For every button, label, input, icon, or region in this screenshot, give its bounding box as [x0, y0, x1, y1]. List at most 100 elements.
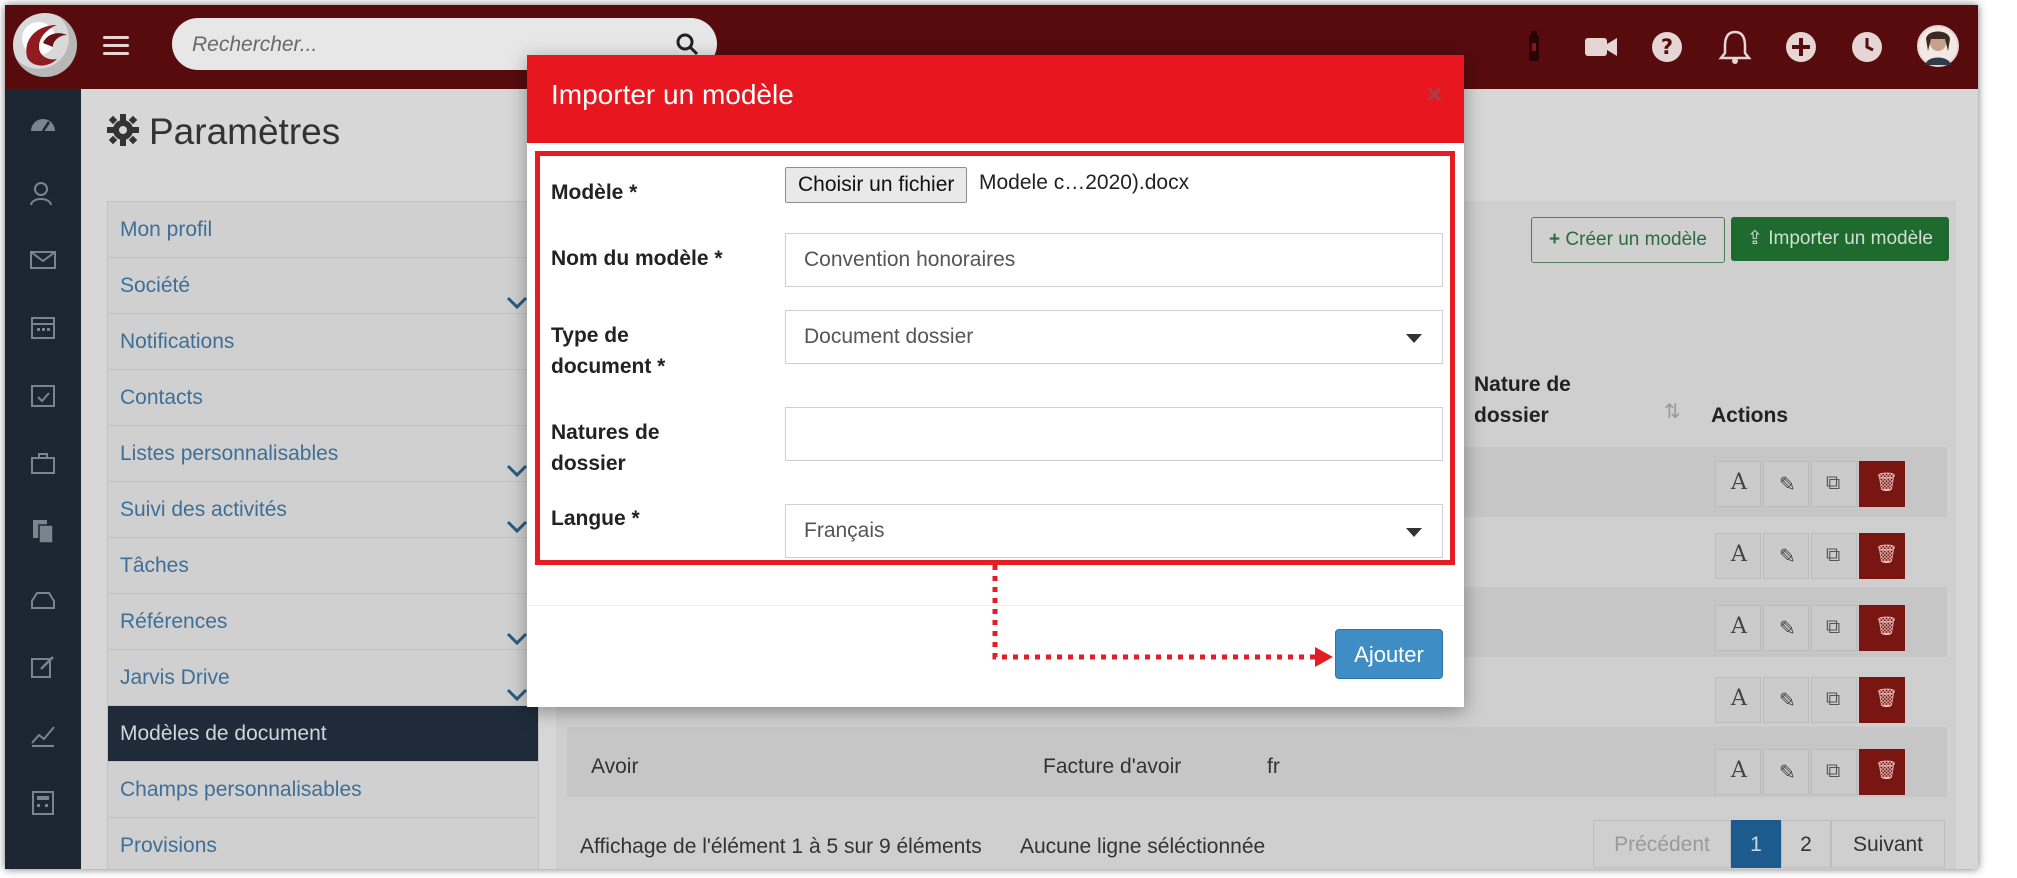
- menu-item-label: Suivi des activités: [120, 498, 287, 521]
- add-button[interactable]: Ajouter: [1335, 629, 1443, 679]
- mail-icon[interactable]: [29, 246, 57, 274]
- svg-text:?: ?: [1661, 35, 1673, 59]
- dashboard-icon[interactable]: [29, 111, 57, 139]
- delete-button[interactable]: 🗑: [1859, 749, 1905, 795]
- pager-page-2[interactable]: 2: [1781, 820, 1831, 868]
- copy-icon: ⧉: [1826, 544, 1841, 566]
- menu-item-notifications[interactable]: Notifications: [108, 314, 538, 370]
- menu-item-mon-profil[interactable]: Mon profil: [108, 202, 538, 258]
- duplicate-button[interactable]: ⧉: [1811, 461, 1857, 507]
- row-type: Facture d'avoir: [1043, 755, 1182, 778]
- menu-item-label: Modèles de document: [120, 722, 327, 745]
- avatar[interactable]: [1917, 25, 1959, 67]
- inbox-icon[interactable]: [29, 585, 57, 613]
- edit-icon[interactable]: [29, 653, 57, 681]
- edit-button[interactable]: ✎: [1763, 605, 1809, 651]
- import-template-modal: Importer un modèle × Modèle * Choisir un…: [527, 55, 1464, 707]
- delete-button[interactable]: 🗑: [1859, 533, 1905, 579]
- create-template-button[interactable]: + Créer un modèle: [1531, 217, 1725, 263]
- help-icon[interactable]: ?: [1649, 29, 1685, 65]
- menu-item-jarvis-drive[interactable]: Jarvis Drive: [108, 650, 538, 706]
- video-icon[interactable]: [1583, 29, 1619, 65]
- menu-item-label: Mon profil: [120, 218, 213, 241]
- duplicate-button[interactable]: ⧉: [1811, 749, 1857, 795]
- import-template-label: Importer un modèle: [1768, 228, 1933, 249]
- menu-item-suivi[interactable]: Suivi des activités: [108, 482, 538, 538]
- page-title: Paramètres: [107, 111, 340, 155]
- dotted-arrow: [992, 565, 1333, 667]
- trash-icon: 🗑: [1875, 688, 1898, 708]
- rename-button[interactable]: A: [1715, 533, 1761, 579]
- pencil-icon: ✎: [1779, 618, 1796, 640]
- rename-button[interactable]: A: [1715, 605, 1761, 651]
- chart-icon[interactable]: [29, 721, 57, 749]
- plus-circle-icon[interactable]: [1783, 29, 1819, 65]
- delete-button[interactable]: 🗑: [1859, 677, 1905, 723]
- calculator-icon[interactable]: [29, 789, 57, 817]
- delete-button[interactable]: 🗑: [1859, 461, 1905, 507]
- menu-item-champs[interactable]: Champs personnalisables: [108, 762, 538, 818]
- clock-icon[interactable]: [1849, 29, 1885, 65]
- copy-icon: ⧉: [1826, 688, 1841, 710]
- pager-previous[interactable]: Précédent: [1593, 820, 1731, 868]
- duplicate-button[interactable]: ⧉: [1811, 677, 1857, 723]
- bell-icon[interactable]: [1717, 29, 1753, 65]
- menu-item-taches[interactable]: Tâches: [108, 538, 538, 594]
- briefcase-icon[interactable]: [29, 449, 57, 477]
- calendar-check-icon[interactable]: [29, 381, 57, 409]
- edit-button[interactable]: ✎: [1763, 461, 1809, 507]
- menu-item-label: Société: [120, 274, 191, 297]
- menu-item-societe[interactable]: Société: [108, 258, 538, 314]
- documents-icon[interactable]: [29, 517, 57, 545]
- edit-button[interactable]: ✎: [1763, 749, 1809, 795]
- trash-icon: 🗑: [1875, 760, 1898, 780]
- sort-icon[interactable]: ⇅: [1664, 399, 1681, 424]
- trash-icon: 🗑: [1875, 472, 1898, 492]
- bottle-icon[interactable]: [1517, 29, 1553, 65]
- pager-page-1[interactable]: 1: [1731, 820, 1781, 868]
- menu-item-provisions[interactable]: Provisions: [108, 818, 538, 869]
- pencil-icon: ✎: [1779, 546, 1796, 568]
- edit-button[interactable]: ✎: [1763, 677, 1809, 723]
- create-template-label: Créer un modèle: [1565, 229, 1707, 250]
- pager-next[interactable]: Suivant: [1831, 820, 1945, 868]
- row-actions: A ✎ ⧉ 🗑: [1715, 533, 1925, 579]
- menu-item-label: Références: [120, 610, 228, 633]
- rename-button[interactable]: A: [1715, 677, 1761, 723]
- rename-button[interactable]: A: [1715, 461, 1761, 507]
- pencil-icon: ✎: [1779, 690, 1796, 712]
- rename-button[interactable]: A: [1715, 749, 1761, 795]
- copy-icon: ⧉: [1826, 472, 1841, 494]
- pagination-info: Affichage de l'élément 1 à 5 sur 9 éléme…: [580, 835, 982, 858]
- row-actions: A ✎ ⧉ 🗑: [1715, 677, 1925, 723]
- trash-icon: 🗑: [1875, 544, 1898, 564]
- menu-item-label: Notifications: [120, 330, 235, 353]
- menu-item-label: Jarvis Drive: [120, 666, 230, 689]
- copy-icon: ⧉: [1826, 616, 1841, 638]
- calendar-icon[interactable]: [29, 313, 57, 341]
- row-actions: A ✎ ⧉ 🗑: [1715, 461, 1925, 507]
- import-template-button[interactable]: ⇪ Importer un modèle: [1731, 217, 1949, 261]
- row-language: fr: [1267, 755, 1280, 778]
- copy-icon: ⧉: [1826, 760, 1841, 782]
- app-window: ?: [5, 5, 1978, 869]
- contacts-icon[interactable]: [29, 179, 57, 207]
- menu-item-contacts[interactable]: Contacts: [108, 370, 538, 426]
- pencil-icon: ✎: [1779, 474, 1796, 496]
- menu-item-label: Tâches: [120, 554, 189, 577]
- edit-button[interactable]: ✎: [1763, 533, 1809, 579]
- col-nature-dossier[interactable]: Nature de dossier: [1474, 369, 1571, 431]
- menu-item-listes[interactable]: Listes personnalisables: [108, 426, 538, 482]
- row-actions: A ✎ ⧉ 🗑: [1715, 749, 1925, 795]
- duplicate-button[interactable]: ⧉: [1811, 605, 1857, 651]
- menu-toggle-icon[interactable]: [103, 33, 129, 55]
- app-logo[interactable]: [13, 13, 77, 77]
- delete-button[interactable]: 🗑: [1859, 605, 1905, 651]
- menu-item-label: Listes personnalisables: [120, 442, 339, 465]
- settings-menu: Mon profil Société Notifications Contact…: [107, 201, 539, 869]
- duplicate-button[interactable]: ⧉: [1811, 533, 1857, 579]
- menu-item-references[interactable]: Références: [108, 594, 538, 650]
- selection-info: Aucune ligne séléctionnée: [1020, 835, 1266, 858]
- menu-item-modeles-document[interactable]: Modèles de document: [108, 706, 538, 762]
- row-actions: A ✎ ⧉ 🗑: [1715, 605, 1925, 651]
